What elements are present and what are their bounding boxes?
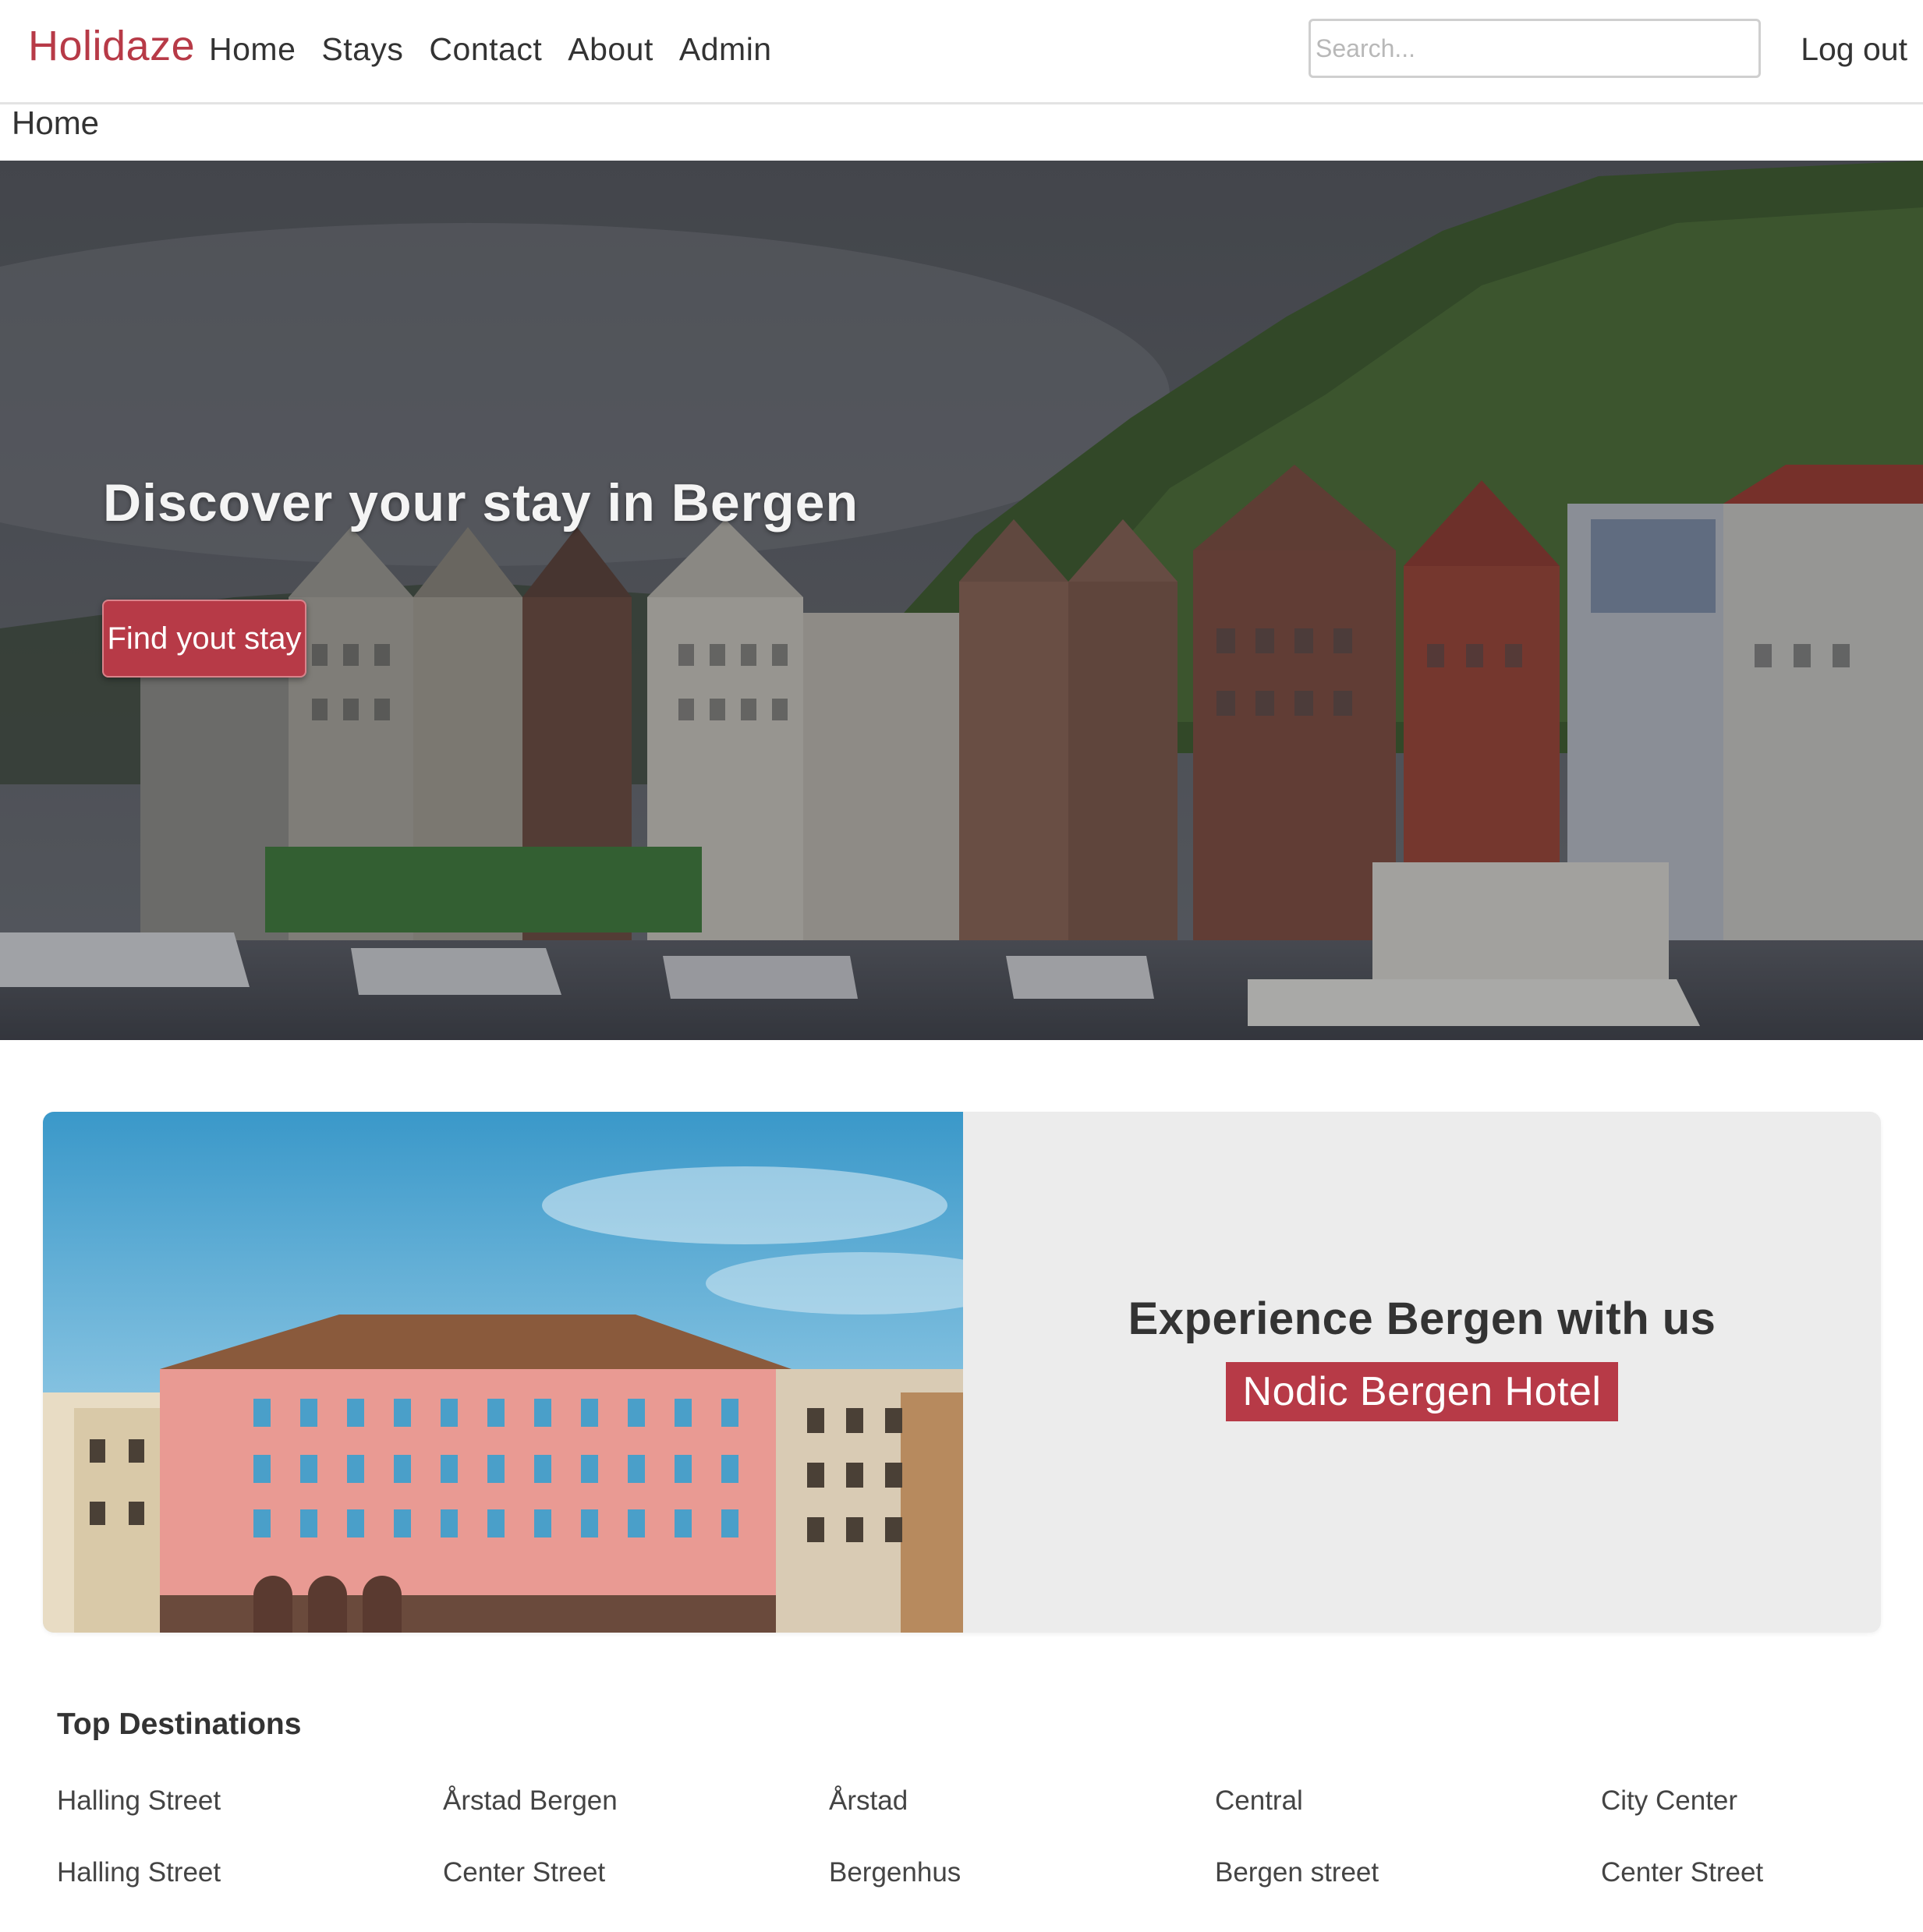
destination-link[interactable]: City Center — [1601, 1785, 1737, 1817]
breadcrumb: Home — [12, 104, 100, 141]
logout-link[interactable]: Log out — [1801, 31, 1907, 68]
top-navbar: Holidaze Home Stays Contact About Admin … — [0, 0, 1923, 104]
search-input[interactable] — [1309, 19, 1761, 78]
nav-link-admin[interactable]: Admin — [679, 31, 772, 68]
hotel-image — [43, 1112, 963, 1633]
destination-link[interactable]: Halling Street — [57, 1857, 221, 1888]
destination-link[interactable]: Årstad Bergen — [443, 1785, 618, 1817]
hotel-link[interactable]: Nodic Bergen Hotel — [1225, 1361, 1619, 1421]
destination-link[interactable]: Bergenhus — [829, 1857, 961, 1888]
destination-link[interactable]: Central — [1215, 1785, 1303, 1817]
feature-heading: Experience Bergen with us — [1128, 1293, 1716, 1344]
featured-hotel-text: Experience Bergen with us Nodic Bergen H… — [963, 1112, 1881, 1633]
nav-links: Home Stays Contact About Admin — [209, 31, 798, 68]
nav-link-home[interactable]: Home — [209, 31, 296, 68]
nav-link-stays[interactable]: Stays — [321, 31, 403, 68]
find-stay-button[interactable]: Find yout stay — [102, 600, 306, 678]
nav-link-contact[interactable]: Contact — [429, 31, 542, 68]
destination-link[interactable]: Center Street — [1601, 1857, 1763, 1888]
destination-link[interactable]: Center Street — [443, 1857, 605, 1888]
featured-hotel-card: Experience Bergen with us Nodic Bergen H… — [43, 1112, 1881, 1633]
hero-banner: Discover your stay in Bergen Find yout s… — [0, 161, 1923, 1040]
top-destinations-title: Top Destinations — [57, 1707, 302, 1741]
destination-link[interactable]: Halling Street — [57, 1785, 221, 1817]
nav-link-about[interactable]: About — [568, 31, 653, 68]
destination-link[interactable]: Bergen street — [1215, 1857, 1379, 1888]
hero-title: Discover your stay in Bergen — [103, 473, 859, 533]
destination-link[interactable]: Årstad — [829, 1785, 908, 1817]
brand-logo[interactable]: Holidaze — [28, 22, 195, 70]
